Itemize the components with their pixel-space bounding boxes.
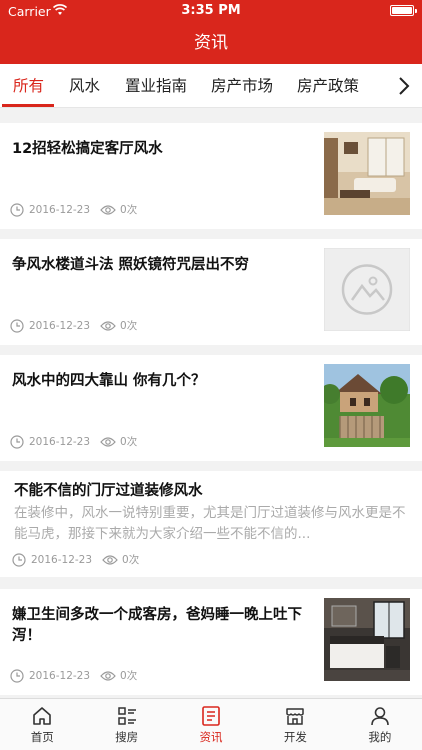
- list-item[interactable]: 不能不信的门厅过道装修风水 在装修中，风水一说特别重要，尤其是门厅过道装修与风水…: [0, 471, 422, 577]
- article-meta: 2016-12-23 0次: [10, 434, 137, 449]
- tab-fengshui[interactable]: 风水: [69, 64, 100, 108]
- article-meta: 2016-12-23 0次: [12, 552, 139, 567]
- tab-property-policy[interactable]: 房产政策: [297, 64, 359, 108]
- placeholder-image-icon: [324, 248, 410, 331]
- clock-icon: [10, 668, 24, 683]
- article-meta: 2016-12-23 0次: [10, 668, 137, 683]
- article-title: 嫌卫生间多改一个成客房，爸妈睡一晚上吐下泻！: [12, 607, 302, 644]
- article-meta: 2016-12-23 0次: [10, 202, 137, 217]
- home-icon: [33, 707, 52, 725]
- list-item[interactable]: 风水中的四大靠山 你有几个？ 2016-12-23 0次: [0, 355, 422, 461]
- bottom-tab-search-house[interactable]: 搜房: [84, 699, 168, 750]
- article-title: 争风水楼道斗法 照妖镜符咒层出不穷: [12, 257, 250, 273]
- article-date: 2016-12-23: [29, 435, 91, 448]
- article-views: 0次: [120, 320, 138, 332]
- bottom-tab-news[interactable]: 资讯: [169, 699, 253, 750]
- tab-all[interactable]: 所有: [13, 64, 44, 108]
- bottom-tab-home[interactable]: 首页: [0, 699, 84, 750]
- eye-icon: [102, 554, 118, 565]
- article-date: 2016-12-23: [29, 319, 91, 332]
- eye-icon: [100, 204, 116, 215]
- category-tab-bar: 所有 风水 置业指南 房产市场 房产政策: [0, 64, 422, 108]
- article-title: 不能不信的门厅过道装修风水: [14, 483, 203, 499]
- list-item[interactable]: 12招轻松搞定客厅风水 2016-12-23 0次: [0, 123, 422, 229]
- news-icon: [202, 706, 220, 726]
- status-bar: Carrier 3:35 PM: [0, 0, 422, 22]
- page-title: 资讯: [194, 33, 228, 53]
- bottom-tab-bar: 首页 搜房 资讯 开发 我的: [0, 698, 422, 750]
- tab-property-market[interactable]: 房产市场: [211, 64, 273, 108]
- article-summary: 在装修中，风水一说特别重要，尤其是门厅过道装修与风水更是不能马虎，那接下来就为大…: [14, 505, 406, 542]
- article-title: 风水中的四大靠山 你有几个？: [12, 373, 206, 389]
- list-item[interactable]: 争风水楼道斗法 照妖镜符咒层出不穷 2016-12-23 0次: [0, 239, 422, 345]
- bedroom-thumbnail: [324, 598, 410, 681]
- eye-icon: [100, 320, 116, 331]
- chevron-right-icon[interactable]: [394, 76, 414, 96]
- bottom-tab-label: 我的: [368, 730, 392, 744]
- article-meta: 2016-12-23 0次: [10, 318, 137, 333]
- eye-icon: [100, 436, 116, 447]
- clock-icon: [12, 552, 26, 567]
- bottom-tab-label: 搜房: [115, 730, 139, 744]
- active-tab-indicator: [2, 104, 54, 107]
- clock-time: 3:35 PM: [181, 3, 241, 18]
- bottom-tab-develop[interactable]: 开发: [253, 699, 337, 750]
- bottom-tab-mine[interactable]: 我的: [338, 699, 422, 750]
- living-room-thumbnail: [324, 132, 410, 215]
- store-icon: [286, 708, 305, 725]
- article-views: 0次: [120, 204, 138, 216]
- battery-icon: [390, 5, 417, 16]
- user-icon: [371, 707, 389, 726]
- list-item[interactable]: 嫌卫生间多改一个成客房，爸妈睡一晚上吐下泻！ 2016-12-23 0次: [0, 589, 422, 695]
- bottom-tab-label: 开发: [283, 730, 307, 744]
- article-title: 12招轻松搞定客厅风水: [12, 141, 163, 157]
- article-views: 0次: [122, 554, 140, 566]
- tab-buying-guide[interactable]: 置业指南: [125, 64, 187, 108]
- garden-house-thumbnail: [324, 364, 410, 447]
- bottom-tab-label: 资讯: [199, 730, 223, 744]
- nav-bar: 资讯: [0, 22, 422, 64]
- article-views: 0次: [120, 436, 138, 448]
- bottom-tab-label: 首页: [30, 730, 54, 744]
- article-date: 2016-12-23: [29, 669, 91, 682]
- list-icon: [117, 707, 136, 725]
- eye-icon: [100, 670, 116, 681]
- article-date: 2016-12-23: [31, 553, 93, 566]
- article-views: 0次: [120, 670, 138, 682]
- clock-icon: [10, 202, 24, 217]
- clock-icon: [10, 318, 24, 333]
- clock-icon: [10, 434, 24, 449]
- article-date: 2016-12-23: [29, 203, 91, 216]
